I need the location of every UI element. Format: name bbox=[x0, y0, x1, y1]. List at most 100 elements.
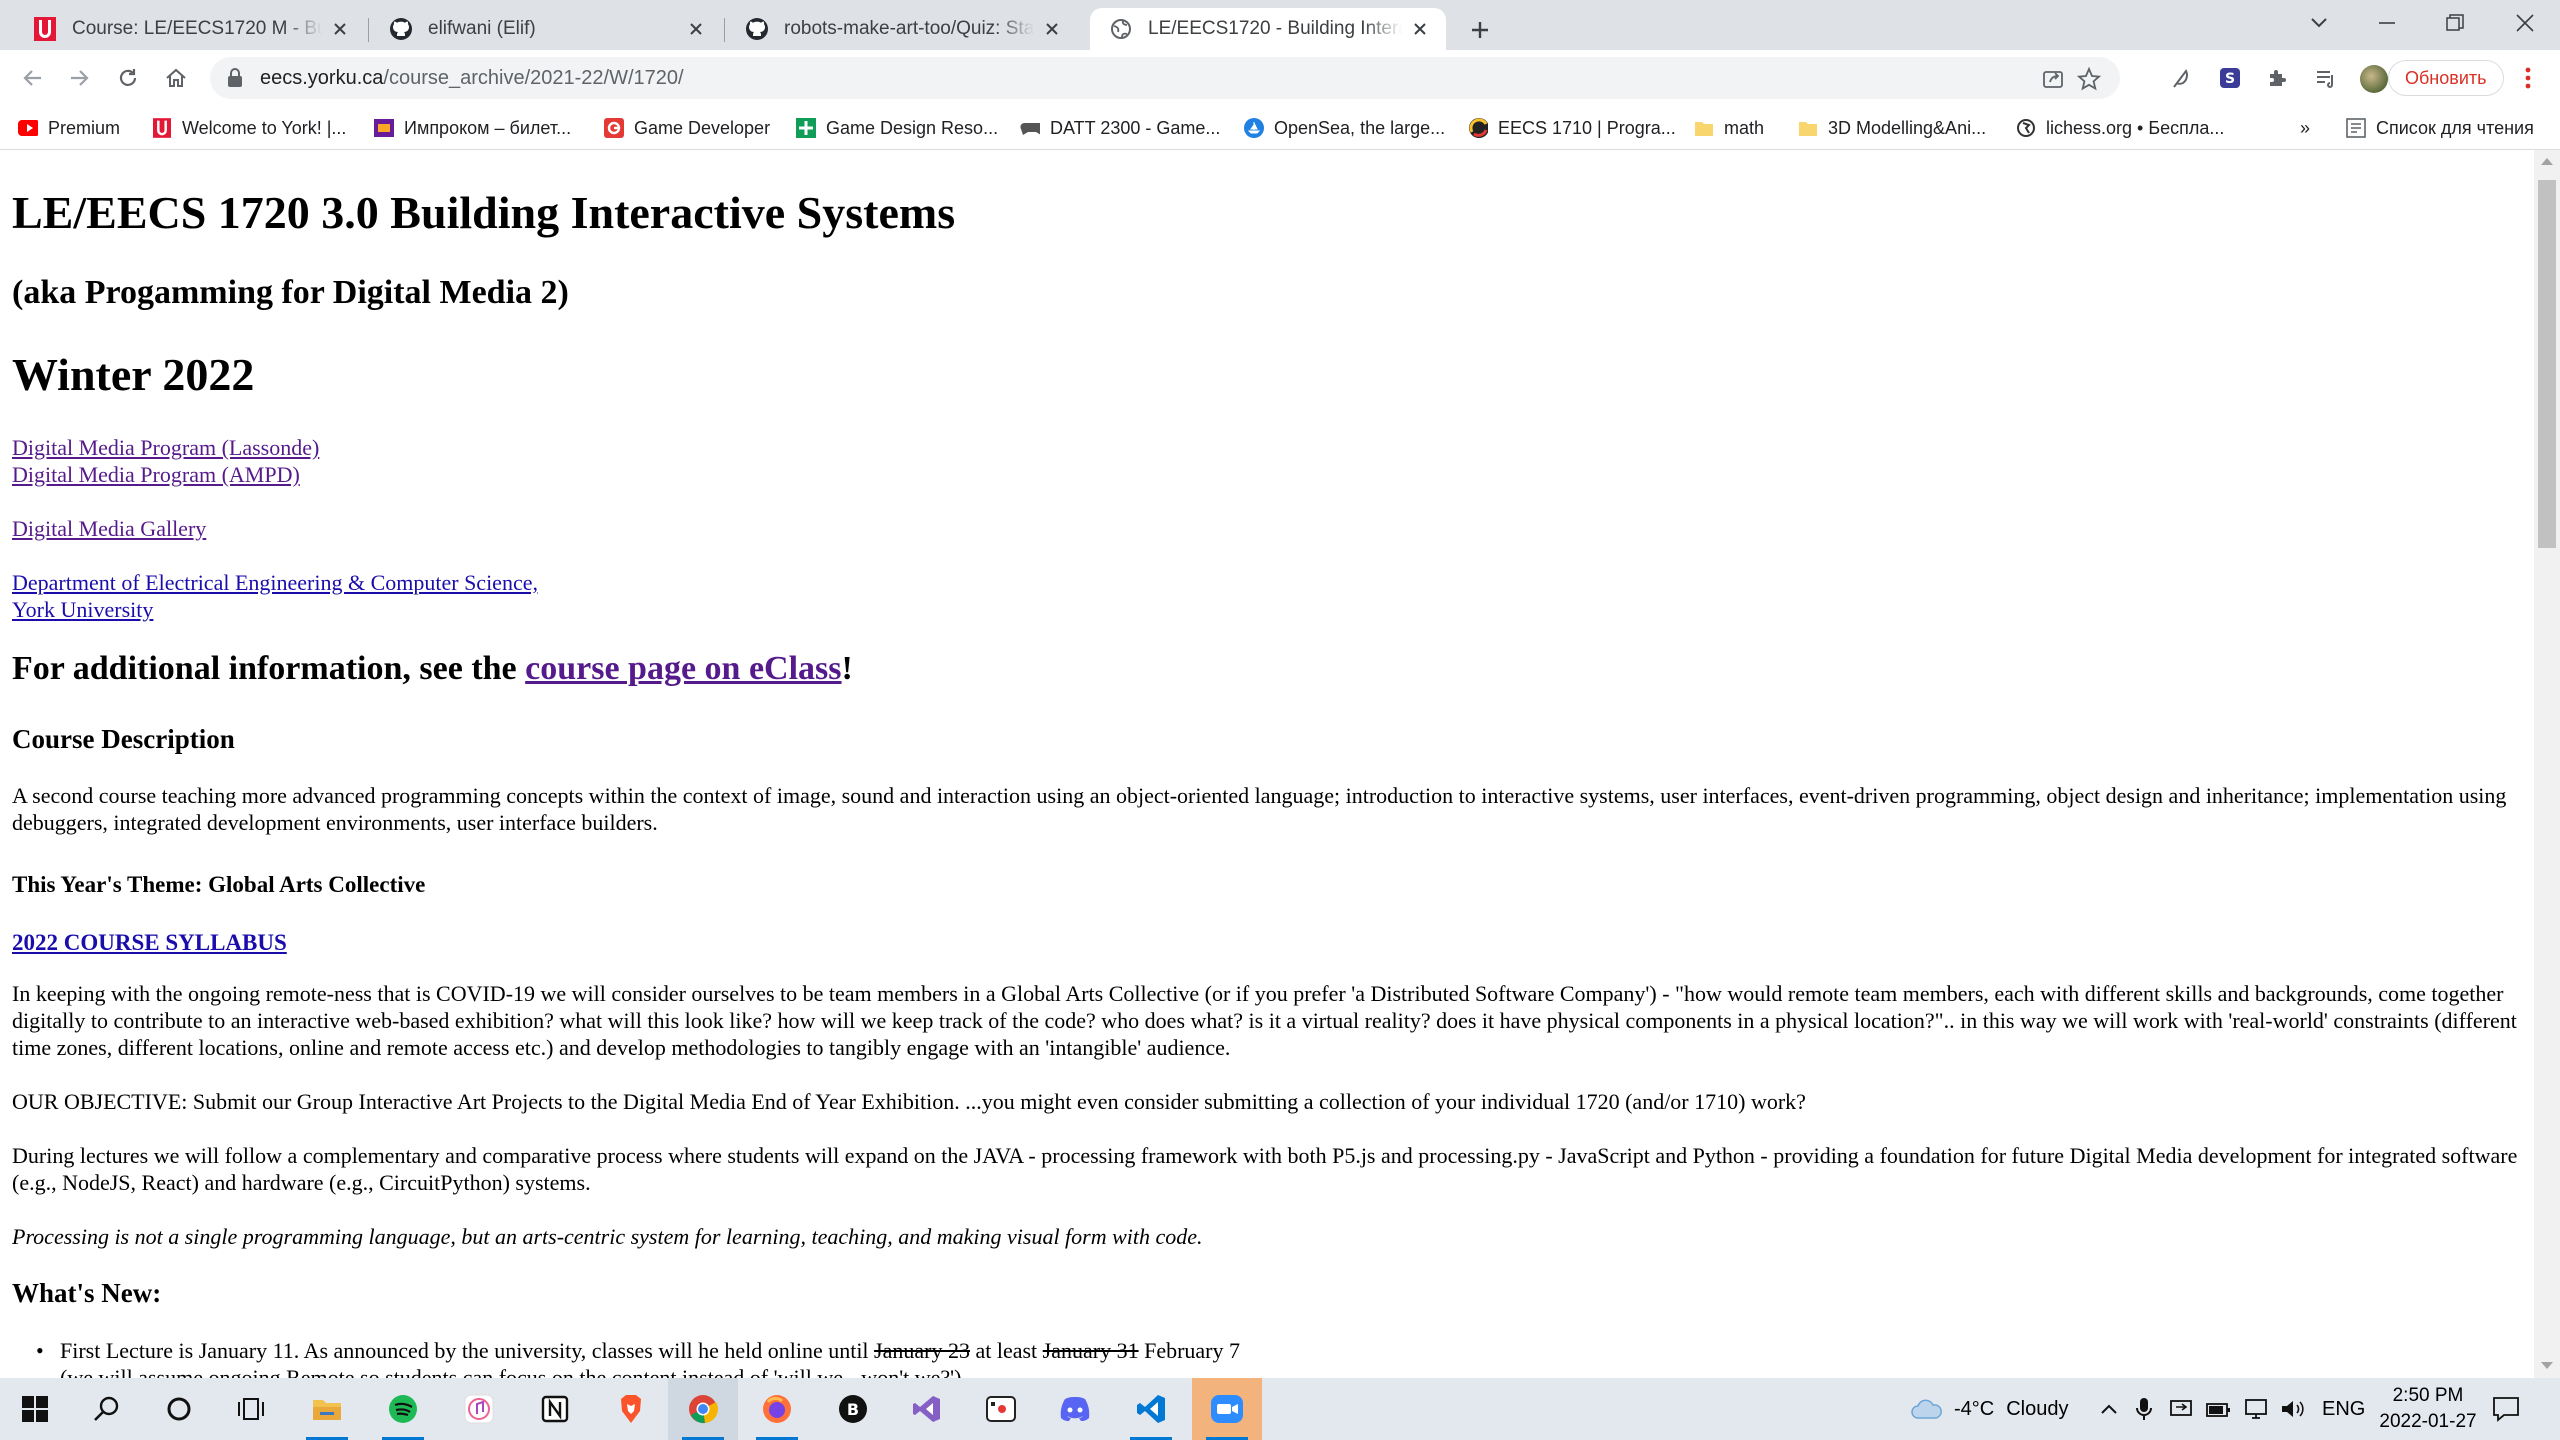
file-explorer-app[interactable] bbox=[292, 1378, 362, 1440]
address-bar[interactable]: eecs.yorku.ca/course_archive/2021-22/W/1… bbox=[210, 57, 2120, 99]
zoom-app[interactable] bbox=[1192, 1378, 1262, 1440]
page-scrollbar[interactable] bbox=[2534, 150, 2560, 1378]
bookmark-lichess[interactable]: lichess.org • Беспла... bbox=[2016, 113, 2224, 143]
start-button[interactable] bbox=[0, 1378, 70, 1440]
bookmark-opensea[interactable]: OpenSea, the large... bbox=[1244, 113, 1445, 143]
link-dm-gallery[interactable]: Digital Media Gallery bbox=[12, 516, 206, 541]
link-eecs-department[interactable]: Department of Electrical Engineering & C… bbox=[12, 570, 538, 595]
firefox-app[interactable] bbox=[742, 1378, 812, 1440]
volume-button[interactable] bbox=[2280, 1378, 2306, 1440]
screen-app[interactable] bbox=[966, 1378, 1036, 1440]
lectures-paragraph: During lectures we will follow a complem… bbox=[12, 1143, 2518, 1195]
objective-paragraph: OUR OBJECTIVE: Submit our Group Interact… bbox=[12, 1089, 1806, 1114]
extension-button[interactable] bbox=[2160, 58, 2200, 98]
vscode-app[interactable] bbox=[1116, 1378, 1186, 1440]
close-window-button[interactable] bbox=[2490, 0, 2560, 46]
bookmark-eecs-1710[interactable]: EECS 1710 | Progra... bbox=[1468, 113, 1676, 143]
close-icon[interactable] bbox=[1408, 17, 1432, 41]
bookmark-game-developer[interactable]: Game Developer bbox=[604, 113, 770, 143]
clock-time: 2:50 PM bbox=[2392, 1385, 2464, 1406]
discord-app[interactable] bbox=[1040, 1378, 1110, 1440]
epic-games-icon: B bbox=[839, 1395, 867, 1423]
network-icon bbox=[2245, 1399, 2267, 1419]
home-button[interactable] bbox=[156, 58, 196, 98]
scroll-up-arrow[interactable] bbox=[2541, 158, 2553, 165]
bookmark-premium[interactable]: Premium bbox=[18, 113, 120, 143]
processing-quote: Processing is not a single programming l… bbox=[12, 1224, 1203, 1249]
menu-button[interactable] bbox=[2508, 58, 2548, 98]
back-button[interactable] bbox=[12, 58, 52, 98]
bookmark-welcome-york[interactable]: Welcome to York! |... bbox=[152, 113, 346, 143]
search-button[interactable] bbox=[72, 1378, 142, 1440]
bookmarks-overflow-button[interactable]: » bbox=[2300, 113, 2310, 143]
language-indicator[interactable]: ENG bbox=[2322, 1378, 2365, 1440]
restore-button[interactable] bbox=[2420, 0, 2490, 46]
chevron-up-icon bbox=[2101, 1404, 2117, 1414]
kebab-menu-icon bbox=[2525, 67, 2531, 89]
cortana-button[interactable] bbox=[144, 1378, 214, 1440]
vscode-icon bbox=[1137, 1395, 1165, 1423]
tab-github-robots[interactable]: robots-make-art-too/Quiz: Start here bbox=[726, 8, 1078, 50]
bookmark-label: math bbox=[1724, 117, 1765, 138]
extensions-button[interactable] bbox=[2258, 58, 2298, 98]
task-view-button[interactable] bbox=[216, 1378, 286, 1440]
avatar[interactable] bbox=[2360, 65, 2388, 93]
link-dm-ampd[interactable]: Digital Media Program (AMPD) bbox=[12, 462, 300, 487]
course-description-heading: Course Description bbox=[12, 724, 235, 754]
display-switch-icon bbox=[2170, 1400, 2192, 1416]
extension-button[interactable]: S bbox=[2210, 58, 2250, 98]
bookmark-folder-math[interactable]: math bbox=[1694, 113, 1764, 143]
link-york-row: York University bbox=[12, 596, 153, 623]
close-icon[interactable] bbox=[684, 17, 708, 41]
tab-github-elifwani[interactable]: elifwani (Elif) bbox=[370, 8, 722, 50]
tray-icon[interactable] bbox=[2206, 1378, 2232, 1440]
tray-icon[interactable] bbox=[2136, 1378, 2152, 1440]
tab-search-button[interactable] bbox=[2284, 0, 2354, 46]
lock-icon bbox=[226, 67, 244, 94]
spotify-app[interactable] bbox=[368, 1378, 438, 1440]
tray-icon[interactable] bbox=[2170, 1378, 2194, 1440]
gamepad-icon bbox=[1020, 118, 1040, 138]
tab-eecs1720-active[interactable]: LE/EECS1720 - Building Interactive Syste… bbox=[1090, 8, 1446, 50]
brave-app[interactable] bbox=[596, 1378, 666, 1440]
chrome-app[interactable] bbox=[668, 1378, 738, 1440]
link-dm-lassonde[interactable]: Digital Media Program (Lassonde) bbox=[12, 435, 319, 460]
tray-overflow-button[interactable] bbox=[2100, 1378, 2118, 1440]
cortana-icon bbox=[167, 1397, 191, 1421]
close-icon[interactable] bbox=[328, 17, 352, 41]
forward-button[interactable] bbox=[60, 58, 100, 98]
link-course-syllabus[interactable]: 2022 COURSE SYLLABUS bbox=[12, 930, 287, 955]
link-york-university[interactable]: York University bbox=[12, 597, 153, 622]
share-icon[interactable] bbox=[2040, 66, 2066, 92]
minimize-button[interactable] bbox=[2352, 0, 2422, 46]
bookmark-folder-3d-modelling[interactable]: 3D Modelling&Ani... bbox=[1798, 113, 1986, 143]
bookmark-datt-2300[interactable]: DATT 2300 - Game... bbox=[1020, 113, 1220, 143]
browser-toolbar: eecs.yorku.ca/course_archive/2021-22/W/1… bbox=[0, 50, 2560, 106]
bookmark-improkom[interactable]: Импроком – билет... bbox=[374, 113, 571, 143]
new-tab-button[interactable] bbox=[1462, 12, 1498, 48]
url-text[interactable]: eecs.yorku.ca/course_archive/2021-22/W/1… bbox=[260, 67, 684, 90]
reload-button[interactable] bbox=[108, 58, 148, 98]
notion-app[interactable] bbox=[520, 1378, 590, 1440]
link-eclass-course-page[interactable]: course page on eClass bbox=[525, 650, 841, 687]
tab-course-eclass[interactable]: Course: LE/EECS1720 M - Building Interac… bbox=[14, 8, 366, 50]
bookmark-game-design-resources[interactable]: Game Design Reso... bbox=[796, 113, 998, 143]
visual-studio-icon bbox=[913, 1396, 940, 1422]
tab-title: elifwani (Elif) bbox=[428, 18, 536, 39]
itunes-app[interactable] bbox=[444, 1378, 514, 1440]
scroll-down-arrow[interactable] bbox=[2541, 1362, 2553, 1369]
close-icon[interactable] bbox=[1040, 17, 1064, 41]
bookmark-star-icon[interactable] bbox=[2076, 66, 2102, 92]
update-button[interactable]: Обновить bbox=[2388, 60, 2504, 96]
weather-widget[interactable]: -4°C Cloudy bbox=[1910, 1378, 2069, 1440]
visual-studio-app[interactable] bbox=[892, 1378, 962, 1440]
svg-text:S: S bbox=[2225, 71, 2235, 87]
media-button[interactable] bbox=[2306, 58, 2346, 98]
reading-list-button[interactable]: Список для чтения bbox=[2346, 113, 2534, 143]
clock[interactable]: 2:50 PM 2022-01-27 bbox=[2378, 1378, 2478, 1440]
tray-icon[interactable] bbox=[2244, 1378, 2270, 1440]
scrollbar-thumb[interactable] bbox=[2538, 180, 2556, 548]
notifications-button[interactable] bbox=[2492, 1378, 2520, 1440]
link-dept-row: Department of Electrical Engineering & C… bbox=[12, 569, 538, 596]
epic-games-app[interactable]: B bbox=[818, 1378, 888, 1440]
